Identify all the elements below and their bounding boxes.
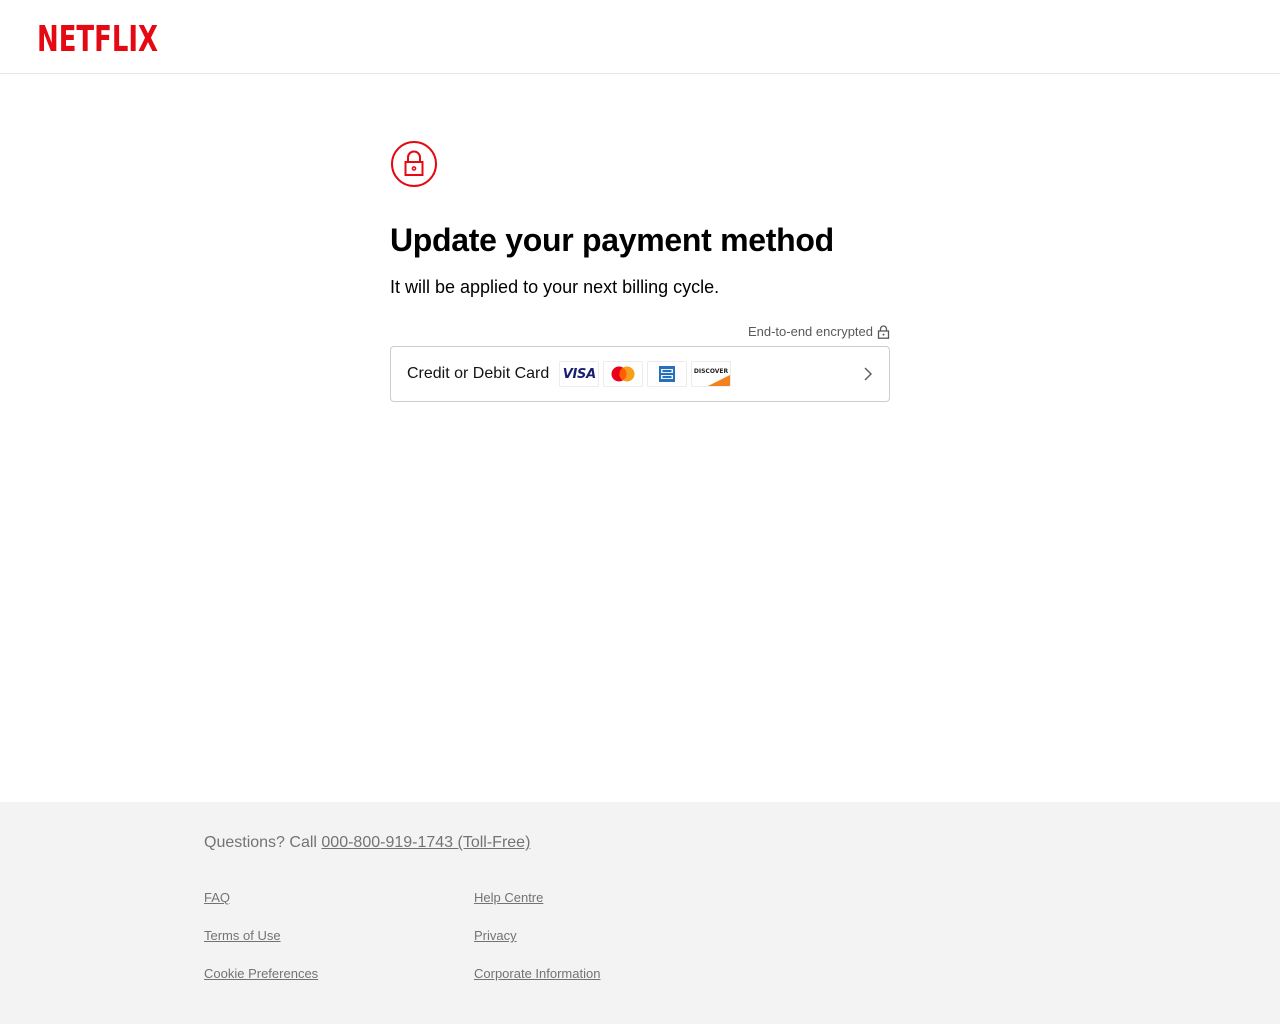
terms-of-use-link[interactable]: Terms of Use [204,928,281,943]
page-title: Update your payment method [390,222,834,258]
credit-debit-card-option[interactable]: Credit or Debit Card VISA DISCOVER [390,346,890,402]
visa-logo: VISA [559,361,600,387]
help-centre-link[interactable]: Help Centre [474,890,543,905]
header: NETFLIX [0,0,1280,74]
mastercard-icon [611,366,635,382]
corporate-information-link[interactable]: Corporate Information [474,966,600,981]
visa-logo-text: VISA [562,366,596,382]
questions-prefix: Questions? Call [204,834,317,851]
padlock-icon [877,324,890,339]
discover-logo: DISCOVER [691,361,732,387]
contact-info: Questions? Call 000-800-919-1743 (Toll-F… [204,834,530,852]
discover-logo-text: DISCOVER [694,368,729,375]
encryption-label: End-to-end encrypted [747,324,873,339]
card-logos: VISA DISCOVER [559,361,732,387]
encryption-notice: End-to-end encrypted [748,324,890,339]
faq-link[interactable]: FAQ [204,890,230,905]
lock-icon [391,141,437,187]
privacy-link[interactable]: Privacy [474,928,517,943]
netflix-logo[interactable]: NETFLIX [37,18,158,56]
chevron-right-icon [864,367,872,381]
phone-link[interactable]: 000-800-919-1743 (Toll-Free) [321,834,530,851]
page-subtitle: It will be applied to your next billing … [390,277,720,297]
netflix-logo-text: NETFLIX [37,19,158,56]
mastercard-logo [603,361,644,387]
amex-logo [647,361,688,387]
cookie-preferences-link[interactable]: Cookie Preferences [204,966,318,981]
page: NETFLIX Update your payment method It wi… [0,0,1280,1024]
amex-icon [659,366,676,382]
card-option-label: Credit or Debit Card [407,365,550,382]
discover-icon: DISCOVER [694,368,731,386]
footer: Questions? Call 000-800-919-1743 (Toll-F… [0,802,1280,1024]
